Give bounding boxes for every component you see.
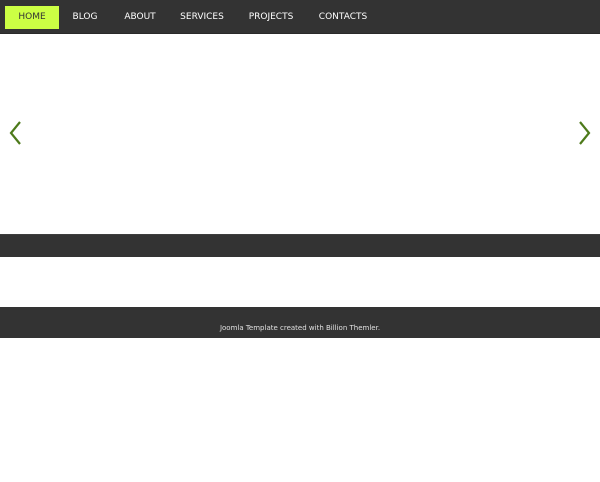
slider-next-button[interactable] bbox=[577, 120, 597, 150]
dark-band bbox=[0, 234, 600, 258]
nav-item-blog[interactable]: BLOG bbox=[67, 6, 103, 29]
footer: Joomla Template created with Billion The… bbox=[0, 307, 600, 338]
nav-item-projects[interactable]: PROJECTS bbox=[244, 6, 298, 29]
content-area bbox=[0, 257, 600, 307]
slider-prev-button[interactable] bbox=[7, 120, 27, 150]
chevron-left-icon bbox=[9, 121, 21, 145]
image-slider bbox=[0, 34, 600, 234]
nav-item-services[interactable]: SERVICES bbox=[175, 6, 229, 29]
nav-item-about[interactable]: ABOUT bbox=[118, 6, 162, 29]
footer-credit-text: Joomla Template created with Billion The… bbox=[219, 324, 381, 332]
top-navigation: HOME BLOG ABOUT SERVICES PROJECTS CONTAC… bbox=[0, 0, 600, 34]
chevron-right-icon bbox=[579, 121, 591, 145]
nav-item-contacts[interactable]: CONTACTS bbox=[314, 6, 372, 29]
nav-item-home[interactable]: HOME bbox=[5, 6, 59, 29]
